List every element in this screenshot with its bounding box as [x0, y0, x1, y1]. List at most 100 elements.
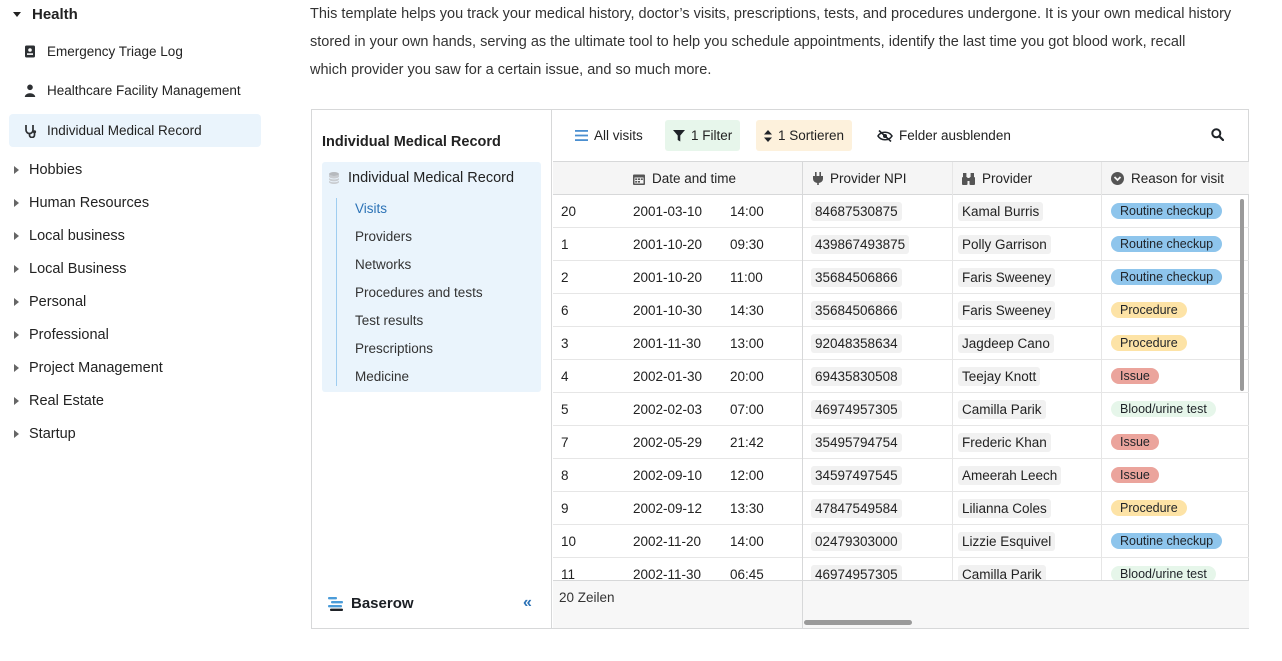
column-header-provider[interactable]: Provider: [962, 162, 1032, 195]
table-link-test-results[interactable]: Test results: [355, 313, 423, 328]
hide-fields-button[interactable]: Felder ausblenden: [869, 120, 1019, 151]
provider-cell[interactable]: Polly Garrison: [958, 228, 1051, 260]
category-professional[interactable]: Professional: [0, 321, 109, 349]
table-row[interactable]: 6 2001-10-30 14:30 35684506866 Faris Sweeney…: [553, 294, 1249, 327]
provider-cell[interactable]: Lizzie Esquivel: [958, 525, 1056, 557]
horizontal-scrollbar[interactable]: [804, 620, 912, 625]
category-startup[interactable]: Startup: [0, 420, 76, 448]
date-cell[interactable]: 2001-10-20: [633, 228, 702, 260]
row-id[interactable]: 9: [561, 492, 569, 524]
provider-cell[interactable]: Kamal Burris: [958, 195, 1044, 227]
row-id[interactable]: 1: [561, 228, 569, 260]
reason-cell[interactable]: Issue: [1111, 360, 1159, 392]
view-selector-button[interactable]: All visits: [567, 120, 651, 151]
provider-cell[interactable]: Faris Sweeney: [958, 294, 1056, 326]
category-local-business[interactable]: Local business: [0, 222, 125, 250]
category-project-management[interactable]: Project Management: [0, 354, 163, 382]
date-cell[interactable]: 2001-10-20: [633, 261, 702, 293]
reason-cell[interactable]: Procedure: [1111, 492, 1187, 524]
time-cell[interactable]: 21:42: [730, 426, 764, 458]
date-cell[interactable]: 2001-03-10: [633, 195, 702, 227]
time-cell[interactable]: 09:30: [730, 228, 764, 260]
reason-cell[interactable]: Routine checkup: [1111, 525, 1223, 557]
time-cell[interactable]: 11:00: [730, 261, 763, 293]
provider-npi-cell[interactable]: 92048358634: [811, 327, 902, 359]
date-cell[interactable]: 2002-11-30: [633, 558, 701, 581]
reason-cell[interactable]: Procedure: [1111, 327, 1187, 359]
provider-npi-cell[interactable]: 35495794754: [811, 426, 902, 458]
reason-cell[interactable]: Issue: [1111, 459, 1159, 491]
time-cell[interactable]: 20:00: [730, 360, 764, 392]
row-id[interactable]: 20: [561, 195, 576, 227]
provider-npi-cell[interactable]: 439867493875: [811, 228, 910, 260]
vertical-scrollbar[interactable]: [1240, 199, 1244, 391]
row-id[interactable]: 10: [561, 525, 576, 557]
date-cell[interactable]: 2002-09-12: [633, 492, 702, 524]
table-row[interactable]: 11 2002-11-30 06:45 46974957305 Camilla Pari…: [553, 558, 1249, 580]
row-id[interactable]: 8: [561, 459, 569, 491]
provider-npi-cell[interactable]: 69435830508: [811, 360, 902, 392]
provider-npi-cell[interactable]: 47847549584: [811, 492, 902, 524]
time-cell[interactable]: 07:00: [730, 393, 764, 425]
table-row[interactable]: 3 2001-11-30 13:00 92048358634 Jagdeep Cano P…: [553, 327, 1249, 360]
table-row[interactable]: 8 2002-09-10 12:00 34597497545 Ameerah Leech…: [553, 459, 1249, 492]
provider-cell[interactable]: Jagdeep Cano: [958, 327, 1054, 359]
table-link-providers[interactable]: Providers: [355, 229, 412, 244]
date-cell[interactable]: 2002-11-20: [633, 525, 701, 557]
table-row[interactable]: 7 2002-05-29 21:42 35495794754 Frederic Khan…: [553, 426, 1249, 459]
provider-cell[interactable]: Camilla Parik: [958, 558, 1046, 580]
table-link-procedures-and-tests[interactable]: Procedures and tests: [355, 285, 483, 300]
provider-cell[interactable]: Ameerah Leech: [958, 459, 1062, 491]
category-personal[interactable]: Personal: [0, 288, 86, 316]
date-cell[interactable]: 2002-05-29: [633, 426, 702, 458]
provider-npi-cell[interactable]: 35684506866: [811, 294, 902, 326]
time-cell[interactable]: 06:45: [730, 558, 764, 581]
row-id[interactable]: 2: [561, 261, 569, 293]
provider-cell[interactable]: Frederic Khan: [958, 426, 1051, 458]
provider-npi-cell[interactable]: 84687530875: [811, 195, 902, 227]
table-row[interactable]: 10 2002-11-20 14:00 02479303000 Lizzie Esqui…: [553, 525, 1249, 558]
row-id[interactable]: 11: [561, 558, 575, 581]
provider-cell[interactable]: Teejay Knott: [958, 360, 1041, 392]
sort-button[interactable]: 1 Sortieren: [756, 120, 853, 151]
table-row[interactable]: 2 2001-10-20 11:00 35684506866 Faris Sweeney…: [553, 261, 1249, 294]
date-cell[interactable]: 2002-09-10: [633, 459, 702, 491]
time-cell[interactable]: 14:00: [730, 525, 764, 557]
row-id[interactable]: 6: [561, 294, 569, 326]
reason-cell[interactable]: Blood/urine test: [1111, 393, 1216, 425]
row-id[interactable]: 7: [561, 426, 569, 458]
provider-npi-cell[interactable]: 46974957305: [811, 393, 902, 425]
provider-npi-cell[interactable]: 46974957305: [811, 558, 902, 580]
table-link-visits[interactable]: Visits: [355, 201, 387, 216]
row-id[interactable]: 5: [561, 393, 569, 425]
category-real-estate[interactable]: Real Estate: [0, 387, 104, 415]
provider-npi-cell[interactable]: 02479303000: [811, 525, 902, 557]
time-cell[interactable]: 12:00: [730, 459, 764, 491]
reason-cell[interactable]: Routine checkup: [1111, 195, 1223, 227]
date-cell[interactable]: 2001-11-30: [633, 327, 701, 359]
column-header-provider-npi[interactable]: Provider NPI: [813, 162, 907, 195]
date-cell[interactable]: 2002-01-30: [633, 360, 702, 392]
date-cell[interactable]: 2001-10-30: [633, 294, 702, 326]
reason-cell[interactable]: Routine checkup: [1111, 261, 1223, 293]
reason-cell[interactable]: Routine checkup: [1111, 228, 1223, 260]
table-link-networks[interactable]: Networks: [355, 257, 411, 272]
table-row[interactable]: 9 2002-09-12 13:30 47847549584 Lilianna Cole…: [553, 492, 1249, 525]
collapse-sidebar-button[interactable]: «: [523, 594, 532, 612]
time-cell[interactable]: 14:30: [730, 294, 764, 326]
provider-cell[interactable]: Faris Sweeney: [958, 261, 1056, 293]
filter-button[interactable]: 1 Filter: [665, 120, 741, 151]
category-human-resources[interactable]: Human Resources: [0, 189, 149, 217]
database-name[interactable]: Individual Medical Record: [329, 170, 514, 186]
sidebar-item-emergency-triage-log[interactable]: Emergency Triage Log: [9, 35, 261, 68]
search-button[interactable]: [1203, 120, 1232, 151]
time-cell[interactable]: 13:30: [730, 492, 764, 524]
reason-cell[interactable]: Procedure: [1111, 294, 1187, 326]
table-row[interactable]: 4 2002-01-30 20:00 69435830508 Teejay Knott I…: [553, 360, 1249, 393]
row-id[interactable]: 3: [561, 327, 569, 359]
column-header-date-and-time[interactable]: Date and time: [633, 162, 736, 195]
time-cell[interactable]: 13:00: [730, 327, 764, 359]
provider-npi-cell[interactable]: 35684506866: [811, 261, 902, 293]
category-hobbies[interactable]: Hobbies: [0, 156, 82, 184]
provider-npi-cell[interactable]: 34597497545: [811, 459, 902, 491]
